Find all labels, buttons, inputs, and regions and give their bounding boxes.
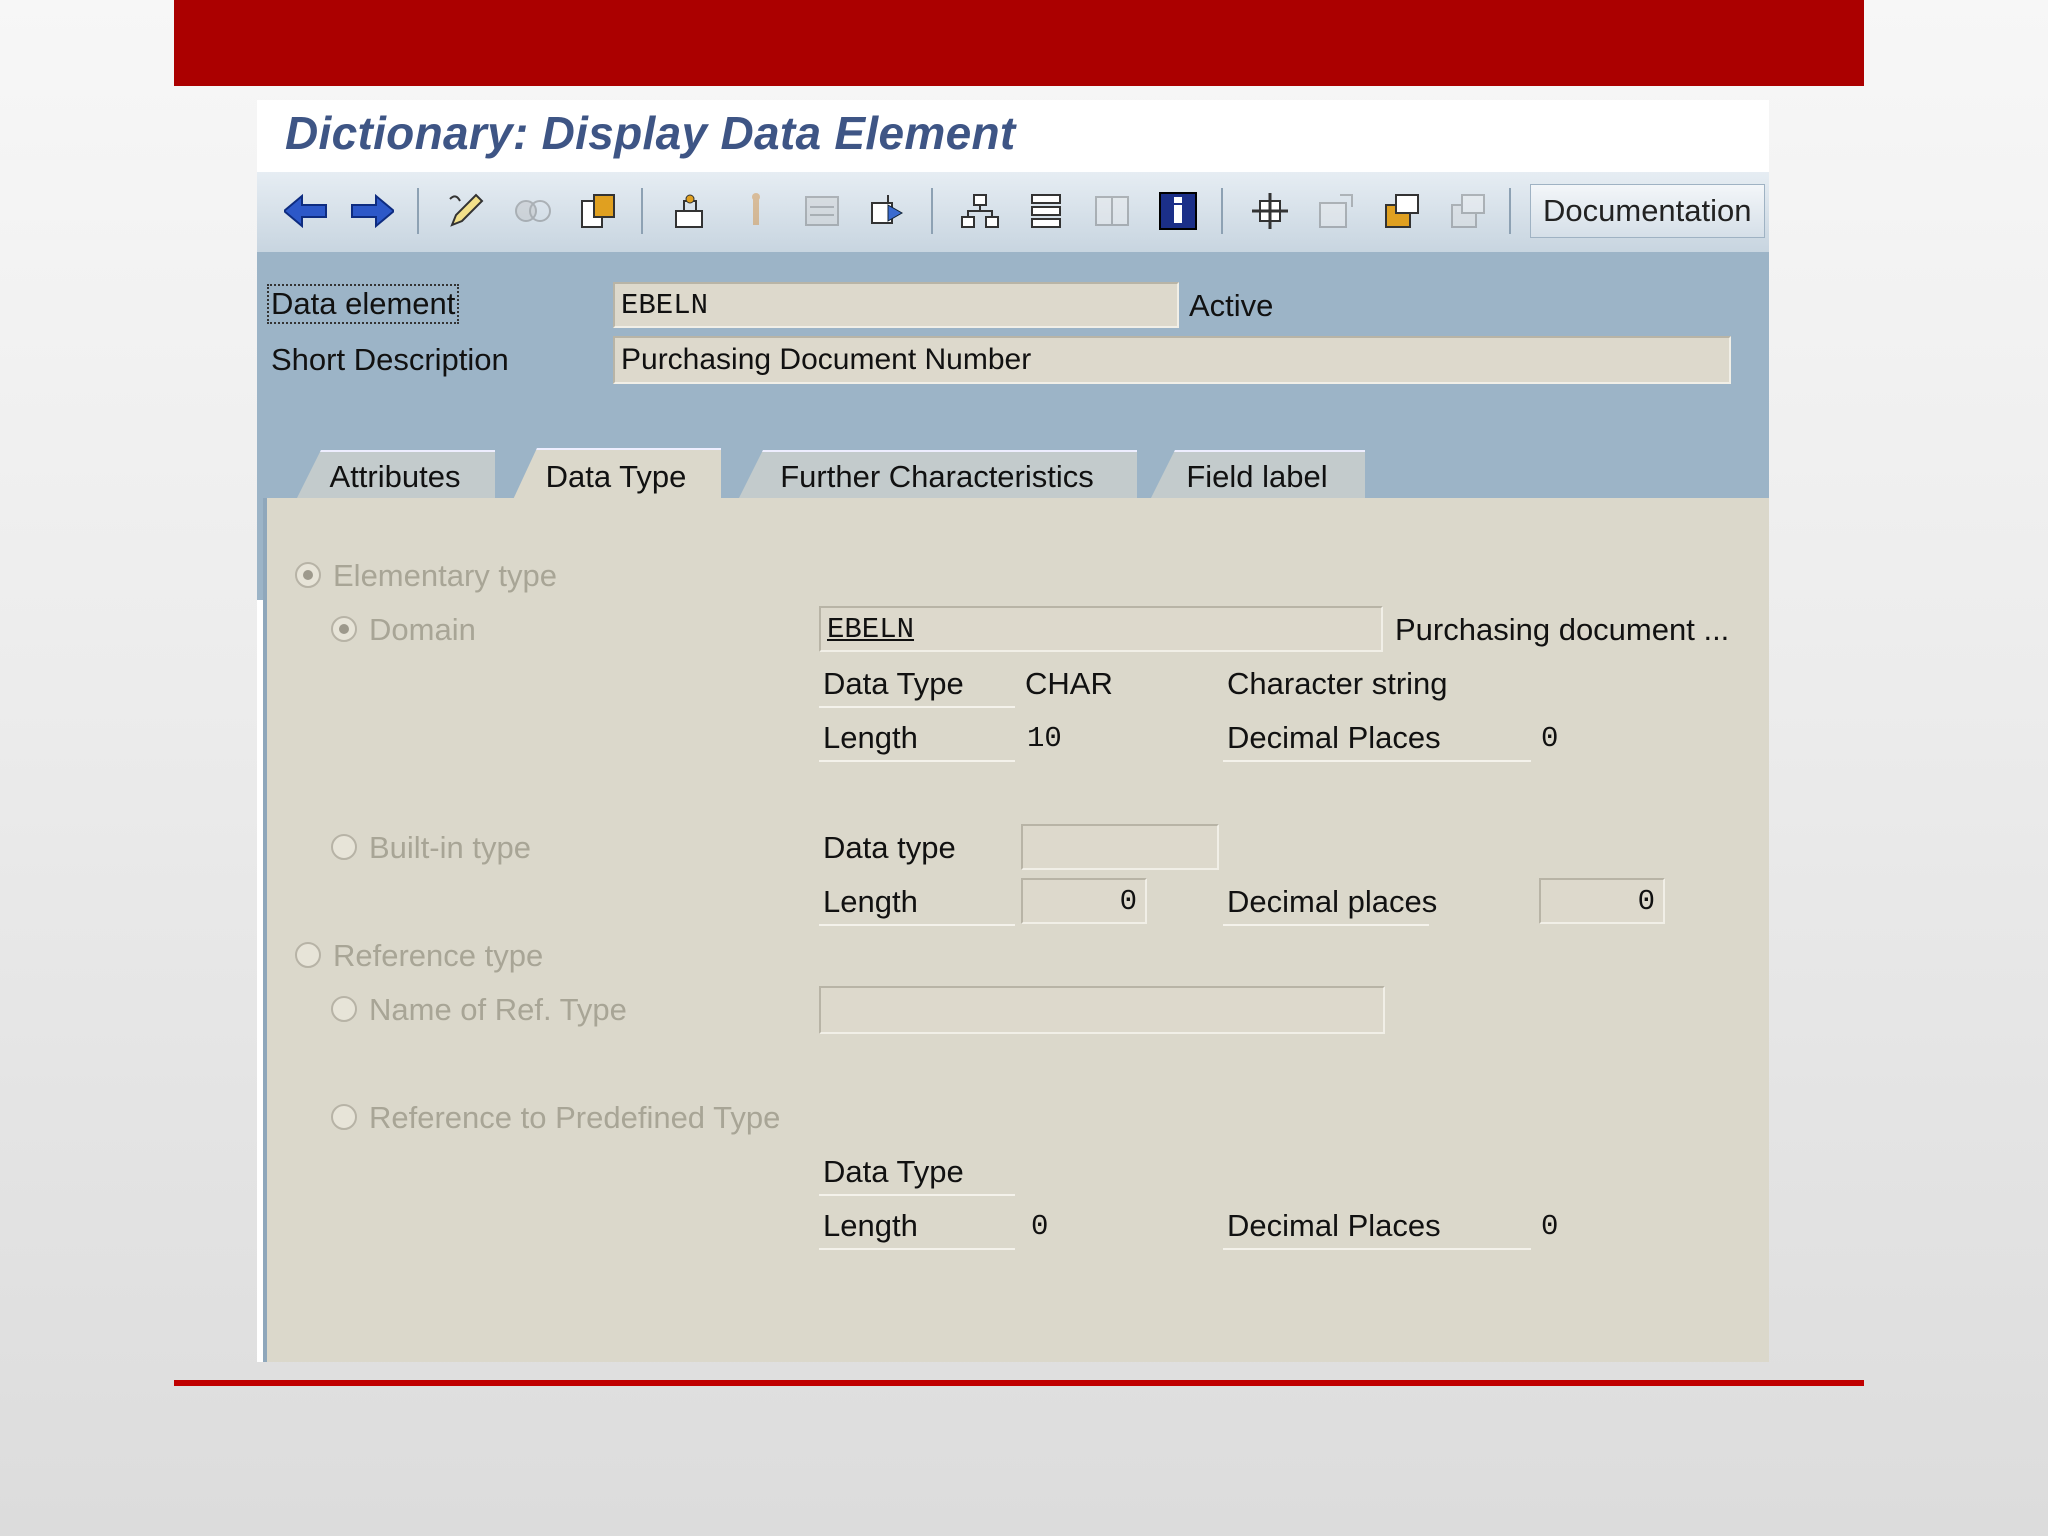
builtin-length-label: Length (823, 884, 918, 919)
stack-icon[interactable] (1017, 182, 1075, 240)
domain-decimal-value: 0 (1541, 722, 1559, 755)
slide-top-bar (174, 0, 1864, 86)
domain-field[interactable]: EBELN (819, 606, 1383, 652)
domain-data-type-label: Data Type (823, 666, 964, 701)
object-list-icon[interactable] (569, 182, 627, 240)
other-object-icon[interactable] (793, 182, 851, 240)
builtin-data-type-field[interactable] (1021, 824, 1219, 870)
slide-bottom-line (174, 1380, 1864, 1386)
documentation-button[interactable]: Documentation (1530, 184, 1765, 238)
move-icon[interactable] (1241, 182, 1299, 240)
paste-icon[interactable] (1439, 182, 1497, 240)
ref-name-radio[interactable] (331, 996, 357, 1022)
domain-decimal-label: Decimal Places (1227, 720, 1441, 755)
ref-length-label: Length (823, 1208, 918, 1243)
builtin-data-type-label: Data type (823, 830, 956, 865)
divider (819, 1194, 1015, 1196)
domain-description: Purchasing document ... (1395, 612, 1730, 647)
ref-decimal-value: 0 (1541, 1210, 1559, 1243)
status-text: Active (1189, 288, 1274, 323)
tab-attributes[interactable]: Attributes (295, 450, 495, 502)
frame-icon[interactable] (1083, 182, 1141, 240)
divider (1223, 1248, 1531, 1250)
ref-name-label: Name of Ref. Type (369, 992, 627, 1027)
domain-data-type-value: CHAR (1025, 666, 1113, 701)
toolbar-separator (931, 188, 933, 234)
divider (1223, 760, 1531, 762)
ref-name-field[interactable] (819, 986, 1385, 1034)
ref-length-value: 0 (1031, 1210, 1049, 1243)
ref-predefined-label: Reference to Predefined Type (369, 1100, 781, 1135)
info-icon[interactable] (1149, 182, 1207, 240)
display-change-icon[interactable] (503, 182, 561, 240)
back-arrow-icon[interactable] (277, 182, 335, 240)
divider (819, 1248, 1015, 1250)
application-toolbar: Documentation (257, 172, 1769, 253)
reference-type-radio[interactable] (295, 942, 321, 968)
toolbar-separator (641, 188, 643, 234)
tab-data-type[interactable]: Data Type (511, 448, 721, 504)
data-type-panel: Elementary type Domain EBELN Purchasing … (263, 498, 1769, 1362)
reference-type-label: Reference type (333, 938, 544, 973)
navigate-icon[interactable] (859, 182, 917, 240)
toolbar-separator (1221, 188, 1223, 234)
divider (819, 760, 1015, 762)
copy-icon[interactable] (1373, 182, 1431, 240)
ref-decimal-label: Decimal Places (1227, 1208, 1441, 1243)
builtin-type-radio[interactable] (331, 834, 357, 860)
where-used-icon[interactable] (661, 182, 719, 240)
elementary-type-label: Elementary type (333, 558, 557, 593)
domain-length-value: 10 (1027, 722, 1062, 755)
ref-data-type-label: Data Type (823, 1154, 964, 1189)
builtin-length-field[interactable]: 0 (1021, 878, 1147, 924)
sap-window: Dictionary: Display Data Element Documen… (257, 100, 1769, 1362)
tab-field-label[interactable]: Field label (1149, 450, 1365, 502)
data-element-field[interactable]: EBELN (613, 282, 1179, 328)
activate-icon[interactable] (727, 182, 785, 240)
hierarchy-icon[interactable] (951, 182, 1009, 240)
window-title: Dictionary: Display Data Element (285, 107, 1016, 159)
builtin-decimal-label: Decimal places (1227, 884, 1438, 919)
elementary-type-radio[interactable] (295, 562, 321, 588)
edit-pencil-icon[interactable] (437, 182, 495, 240)
builtin-type-label: Built-in type (369, 830, 531, 865)
domain-data-type-text: Character string (1227, 666, 1448, 701)
data-element-label: Data element (267, 284, 460, 324)
tab-further-characteristics[interactable]: Further Characteristics (737, 450, 1137, 502)
domain-label: Domain (369, 612, 476, 647)
check-icon[interactable] (1307, 182, 1365, 240)
domain-radio[interactable] (331, 616, 357, 642)
short-description-field[interactable]: Purchasing Document Number (613, 336, 1731, 384)
domain-length-label: Length (823, 720, 918, 755)
builtin-decimal-field[interactable]: 0 (1539, 878, 1665, 924)
divider (819, 924, 1015, 926)
toolbar-separator (1509, 188, 1511, 234)
forward-arrow-icon[interactable] (343, 182, 401, 240)
divider (1223, 924, 1429, 926)
divider (819, 706, 1015, 708)
toolbar-separator (417, 188, 419, 234)
ref-predefined-radio[interactable] (331, 1104, 357, 1130)
short-description-label: Short Description (271, 342, 509, 377)
